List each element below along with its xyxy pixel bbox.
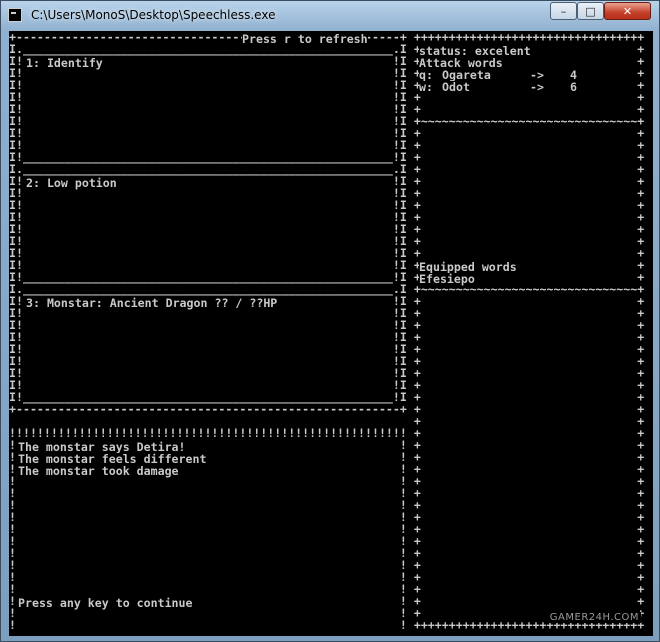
console-app-icon (8, 8, 22, 22)
minimize-icon: – (560, 4, 567, 18)
panel-3-title: 3: Monstar: Ancient Dragon ?? / ??HP (26, 296, 278, 310)
watermark: GAMER24H.COM (547, 612, 641, 623)
title-bar[interactable]: C:\Users\MonoS\Desktop\Speechless.exe – … (1, 1, 659, 29)
console-frame: +---------------------------------------… (9, 31, 645, 632)
console-screen[interactable]: +---------------------------------------… (9, 31, 653, 636)
console-window: C:\Users\MonoS\Desktop\Speechless.exe – … (0, 0, 660, 642)
maximize-button[interactable]: □ (577, 2, 604, 20)
message-line-3: The monstar took damage (18, 464, 179, 478)
window-title: C:\Users\MonoS\Desktop\Speechless.exe (31, 8, 276, 22)
continue-prompt: Press any key to continue (18, 596, 193, 610)
panel-2-title: 2: Low potion (26, 176, 117, 190)
attack-word-w-name: Odot (442, 80, 470, 94)
minimize-button[interactable]: – (550, 2, 577, 20)
close-icon: ✕ (622, 4, 633, 18)
attack-word-w-key: w: (419, 80, 433, 94)
maximize-icon: □ (585, 4, 596, 18)
close-button[interactable]: ✕ (604, 2, 651, 20)
attack-word-w-arrow: -> (530, 80, 544, 94)
refresh-hint: Press r to refresh (242, 32, 368, 46)
equipped-word: Efesiepo (419, 272, 475, 286)
panel-1-title: 1: Identify (26, 56, 103, 70)
attack-word-w-value: 6 (570, 80, 577, 94)
